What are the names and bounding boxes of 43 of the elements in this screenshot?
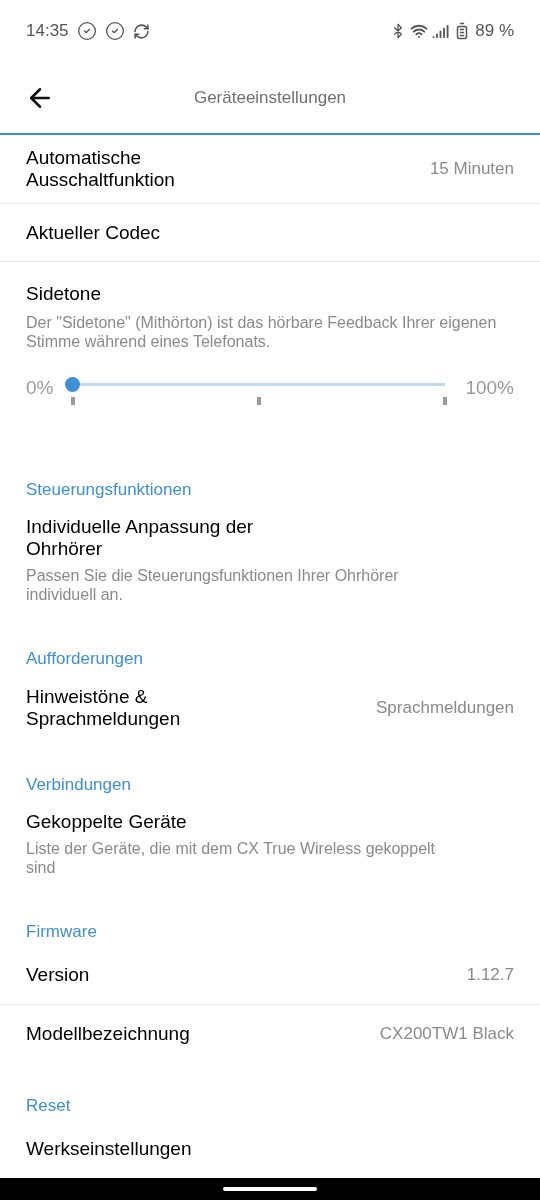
setting-value: CX200TW1 Black: [379, 1022, 514, 1045]
slider-thumb[interactable]: [65, 376, 81, 392]
setting-title: Werkseinstellungen: [26, 1138, 192, 1160]
setting-title: Gekoppelte Geräte: [26, 811, 188, 833]
setting-title: Automatische Ausschaltfunktion: [26, 147, 176, 191]
battery-percent: 89 %: [475, 20, 514, 43]
section-heading: Steuerungsfunktionen: [25, 478, 193, 501]
setting-title: Individuelle Anpassung der Ohrhörer: [26, 516, 255, 560]
settings-row[interactable]: Version 1.12.7: [0, 946, 540, 1005]
settings-row[interactable]: Automatische Ausschaltfunktion 15 Minuten: [0, 135, 540, 204]
setting-title: Version: [26, 964, 90, 986]
tick-mark: [257, 396, 262, 405]
setting-value: Sprachmeldungen: [376, 696, 514, 719]
setting-description: Liste der Geräte, die mit dem CX True Wireless gekoppelt sind: [26, 839, 437, 877]
setting-title: Hinweistöne & Sprachmeldungen: [26, 685, 182, 730]
settings-row[interactable]: Werkseinstellungen: [0, 1120, 540, 1178]
min-label: 0%: [26, 376, 54, 401]
tick-mark: [71, 396, 76, 405]
section-heading: Verbindungen: [25, 773, 132, 796]
section-heading: Firmware: [25, 921, 98, 943]
settings-row[interactable]: Gekoppelte Geräte Liste der Geräte, die mit dem CX True Wireless gekoppelt sind: [0, 799, 540, 889]
section-heading: Reset: [25, 1094, 72, 1117]
setting-title: Modellbezeichnung: [26, 1022, 190, 1045]
max-label: 100%: [465, 376, 514, 401]
setting-description: Passen Sie die Steuerungsfunktionen Ihrer Ohrhörer individuell an.: [26, 566, 400, 604]
signal-icon: [432, 22, 450, 40]
settings-row[interactable]: Aktueller Codec: [0, 204, 540, 262]
setting-title: Sidetone: [26, 282, 102, 306]
check-icon: [104, 21, 125, 41]
section-heading: Aufforderungen: [25, 648, 144, 670]
setting-title: Aktueller Codec: [26, 221, 161, 244]
settings-row[interactable]: Modellbezeichnung CX200TW1 Black: [0, 1004, 540, 1063]
setting-value: 1.12.7: [466, 964, 514, 987]
tick-mark: [443, 396, 448, 405]
status-time: 14:35: [26, 20, 69, 43]
settings-row[interactable]: Hinweistöne & Sprachmeldungen Sprachmeldungen: [0, 673, 540, 742]
setting-value: 15 Minuten: [429, 158, 514, 181]
sync-icon: [132, 22, 150, 40]
wifi-icon: [410, 22, 429, 40]
page-title: Geräteeinstellungen: [192, 86, 348, 109]
settings-row[interactable]: Individuelle Anpassung der Ohrhörer Passen Sie die Steuerungsfunktionen Ihrer Ohrhörer individuell an.: [0, 504, 540, 616]
setting-description: Der "Sidetone" (Mithörton) ist das hörbare Feedback Ihrer eigenen Stimme während eines Telefonats.: [26, 312, 498, 351]
check-icon: [76, 21, 97, 41]
